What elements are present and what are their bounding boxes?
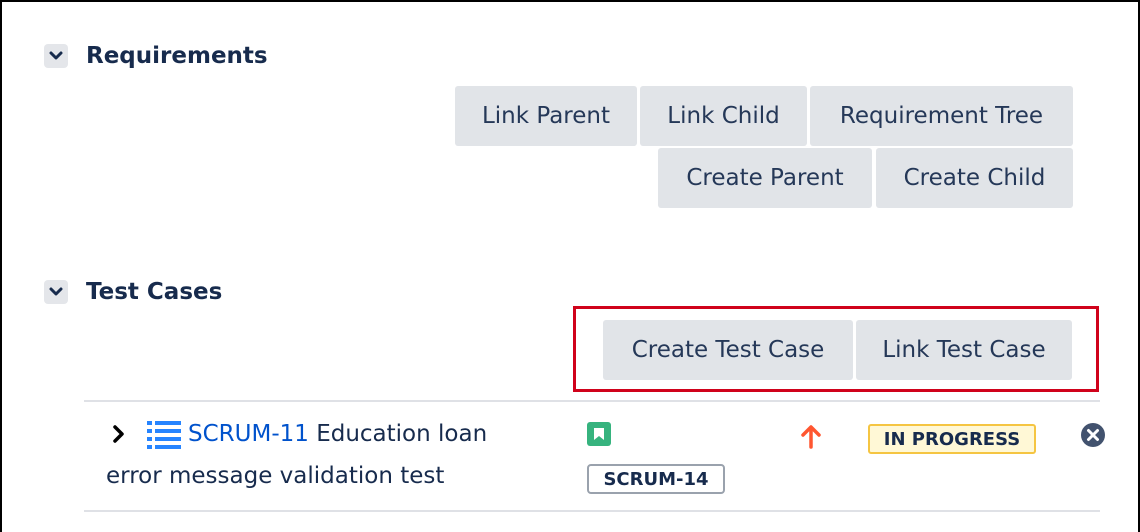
priority-high-arrow-icon: [800, 424, 822, 450]
bookmark-icon: [587, 422, 611, 446]
test-cases-section-header[interactable]: Test Cases: [44, 279, 222, 305]
issue-summary-line2: error message validation test: [106, 463, 445, 489]
requirements-title: Requirements: [86, 43, 268, 69]
chevron-right-icon[interactable]: [112, 424, 126, 448]
divider: [84, 400, 1100, 402]
highlight-box: [573, 306, 1099, 392]
linked-issue-tag[interactable]: SCRUM-14: [587, 464, 725, 494]
status-badge[interactable]: IN PROGRESS: [868, 424, 1036, 454]
requirement-tree-button[interactable]: Requirement Tree: [810, 86, 1073, 146]
test-list-icon: [147, 419, 181, 451]
link-parent-button[interactable]: Link Parent: [455, 86, 637, 146]
issue-summary-line1: SCRUM-11 Education loan: [188, 421, 487, 447]
chevron-down-icon[interactable]: [44, 44, 68, 68]
issue-summary-text: Education loan: [316, 421, 488, 447]
remove-circle-icon[interactable]: [1079, 421, 1107, 449]
create-child-button[interactable]: Create Child: [876, 148, 1073, 208]
issue-key-link[interactable]: SCRUM-11: [188, 421, 309, 447]
link-child-button[interactable]: Link Child: [640, 86, 807, 146]
create-parent-button[interactable]: Create Parent: [658, 148, 872, 208]
divider: [84, 510, 1100, 512]
test-cases-title: Test Cases: [86, 279, 223, 305]
chevron-down-icon[interactable]: [44, 280, 68, 304]
requirements-section-header[interactable]: Requirements: [44, 43, 268, 69]
